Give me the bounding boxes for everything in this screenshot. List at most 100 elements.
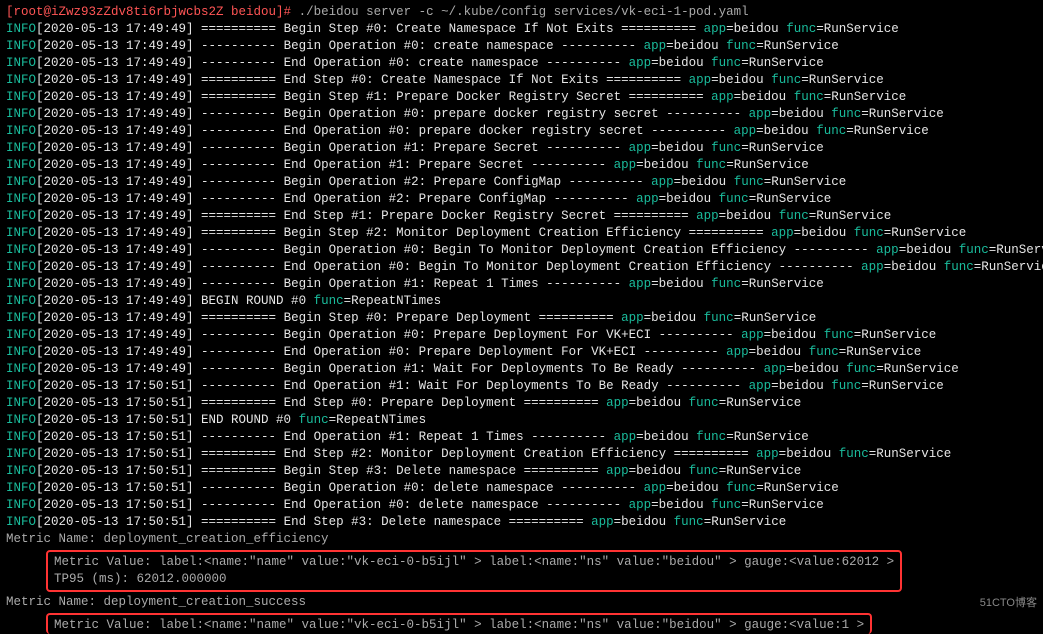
app-key: app bbox=[749, 107, 772, 121]
app-value: beidou bbox=[794, 362, 847, 376]
app-value: beidou bbox=[659, 56, 712, 70]
app-value: beidou bbox=[636, 464, 689, 478]
func-value: RunService bbox=[756, 192, 831, 206]
func-value: RunService bbox=[869, 107, 944, 121]
shell-prompt: [root@iZwz93zZdv8ti6rbjwcbs2Z beidou]# bbox=[6, 5, 299, 19]
func-value: RunService bbox=[891, 226, 966, 240]
log-level: INFO bbox=[6, 209, 36, 223]
log-line: INFO[2020-05-13 17:49:49] ---------- End… bbox=[6, 123, 1037, 140]
log-line: INFO[2020-05-13 17:49:49] ========== End… bbox=[6, 208, 1037, 225]
app-value: beidou bbox=[786, 447, 839, 461]
func-key: func bbox=[689, 464, 719, 478]
log-level: INFO bbox=[6, 362, 36, 376]
log-prefix: ========== bbox=[201, 447, 276, 461]
log-timestamp: [2020-05-13 17:49:49] bbox=[36, 158, 201, 172]
app-key: app bbox=[741, 328, 764, 342]
log-level: INFO bbox=[6, 124, 36, 138]
app-key: app bbox=[636, 192, 659, 206]
log-level: INFO bbox=[6, 260, 36, 274]
log-message: End Step #3: Delete namespace bbox=[276, 515, 509, 529]
log-suffix: ========== bbox=[674, 447, 757, 461]
metric-highlight-box: Metric Value: label:<name:"name" value:"… bbox=[46, 613, 872, 634]
log-message: End Step #0: Create Namespace If Not Exi… bbox=[276, 73, 606, 87]
log-line: INFO[2020-05-13 17:49:49] ---------- Beg… bbox=[6, 242, 1037, 259]
log-line: INFO[2020-05-13 17:49:49] ========== Beg… bbox=[6, 21, 1037, 38]
log-level: INFO bbox=[6, 192, 36, 206]
log-message: End Operation #1: Wait For Deployments T… bbox=[276, 379, 666, 393]
log-timestamp: [2020-05-13 17:49:49] bbox=[36, 226, 201, 240]
log-message: Begin Step #1: Prepare Docker Registry S… bbox=[276, 90, 629, 104]
log-message: Begin Operation #0: create namespace bbox=[276, 39, 561, 53]
func-value: RunService bbox=[869, 379, 944, 393]
app-key: app bbox=[644, 39, 667, 53]
log-prefix: ---------- bbox=[201, 481, 276, 495]
func-key: func bbox=[719, 192, 749, 206]
log-suffix: ---------- bbox=[681, 362, 764, 376]
log-prefix: ---------- bbox=[201, 192, 276, 206]
log-message: Begin Step #3: Delete namespace bbox=[276, 464, 524, 478]
log-prefix: ---------- bbox=[201, 107, 276, 121]
log-prefix: ========== bbox=[201, 73, 276, 87]
log-level: INFO bbox=[6, 311, 36, 325]
app-value: beidou bbox=[891, 260, 944, 274]
metric-highlight-box: Metric Value: label:<name:"name" value:"… bbox=[46, 550, 902, 592]
func-key: func bbox=[299, 413, 329, 427]
func-key: func bbox=[704, 311, 734, 325]
app-value: beidou bbox=[764, 124, 817, 138]
func-key: func bbox=[771, 73, 801, 87]
log-prefix: ---------- bbox=[201, 243, 276, 257]
app-key: app bbox=[726, 345, 749, 359]
log-suffix: ========== bbox=[539, 311, 622, 325]
func-value: RunService bbox=[824, 22, 899, 36]
func-key: func bbox=[816, 124, 846, 138]
func-value: RunService bbox=[876, 447, 951, 461]
log-prefix: ========== bbox=[201, 515, 276, 529]
log-line: INFO[2020-05-13 17:49:49] ---------- Beg… bbox=[6, 327, 1037, 344]
func-key: func bbox=[726, 481, 756, 495]
log-timestamp: [2020-05-13 17:50:51] bbox=[36, 447, 201, 461]
func-key: func bbox=[846, 362, 876, 376]
log-message: Begin Operation #0: prepare docker regis… bbox=[276, 107, 666, 121]
app-value: beidou bbox=[674, 481, 727, 495]
log-suffix: ---------- bbox=[644, 345, 727, 359]
func-key: func bbox=[944, 260, 974, 274]
func-key: func bbox=[734, 175, 764, 189]
func-value: RunService bbox=[809, 73, 884, 87]
log-line: INFO[2020-05-13 17:50:51] ========== End… bbox=[6, 446, 1037, 463]
log-timestamp: [2020-05-13 17:49:49] bbox=[36, 328, 201, 342]
log-line: INFO[2020-05-13 17:50:51] END ROUND #0 f… bbox=[6, 412, 1037, 429]
func-value: RepeatNTimes bbox=[336, 413, 426, 427]
app-value: beidou bbox=[719, 73, 772, 87]
log-message: Begin Operation #1: Repeat 1 Times bbox=[276, 277, 546, 291]
command-text[interactable]: ./beidou server -c ~/.kube/config servic… bbox=[299, 5, 749, 19]
log-timestamp: [2020-05-13 17:49:49] bbox=[36, 311, 201, 325]
log-timestamp: [2020-05-13 17:49:49] bbox=[36, 56, 201, 70]
log-level: INFO bbox=[6, 430, 36, 444]
log-prefix: ========== bbox=[201, 90, 276, 104]
log-line: INFO[2020-05-13 17:49:49] ---------- End… bbox=[6, 55, 1037, 72]
app-value: beidou bbox=[906, 243, 959, 257]
func-key: func bbox=[711, 141, 741, 155]
log-message: Begin Operation #0: Prepare Deployment F… bbox=[276, 328, 659, 342]
func-key: func bbox=[794, 90, 824, 104]
func-value: RepeatNTimes bbox=[351, 294, 441, 308]
log-suffix: ========== bbox=[614, 209, 697, 223]
log-line: INFO[2020-05-13 17:49:49] BEGIN ROUND #0… bbox=[6, 293, 1037, 310]
func-value: RunService bbox=[711, 515, 786, 529]
log-level: INFO bbox=[6, 175, 36, 189]
log-line: INFO[2020-05-13 17:50:51] ========== End… bbox=[6, 395, 1037, 412]
app-key: app bbox=[629, 277, 652, 291]
terminal-output: [root@iZwz93zZdv8ti6rbjwcbs2Z beidou]# .… bbox=[6, 4, 1037, 634]
func-key: func bbox=[854, 226, 884, 240]
log-prefix: ---------- bbox=[201, 277, 276, 291]
func-key: func bbox=[839, 447, 869, 461]
log-level: INFO bbox=[6, 396, 36, 410]
log-prefix: ========== bbox=[201, 311, 276, 325]
log-prefix: ---------- bbox=[201, 345, 276, 359]
log-level: INFO bbox=[6, 73, 36, 87]
app-key: app bbox=[704, 22, 727, 36]
func-key: func bbox=[831, 107, 861, 121]
log-message: End Operation #2: Prepare ConfigMap bbox=[276, 192, 554, 206]
log-prefix: ---------- bbox=[201, 158, 276, 172]
func-key: func bbox=[696, 158, 726, 172]
